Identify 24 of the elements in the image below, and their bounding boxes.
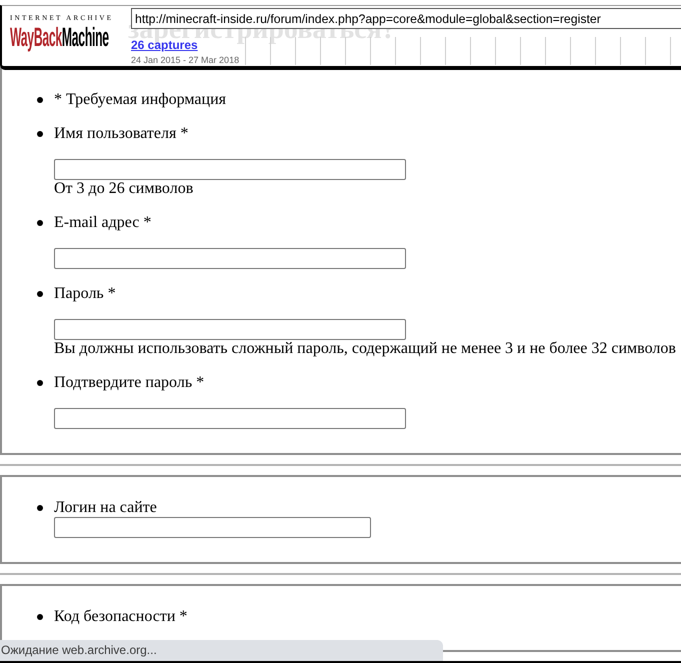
bullet-icon: [37, 380, 43, 386]
field-label: Пароль *: [54, 285, 116, 303]
logo-wordmark[interactable]: WayBackMachine: [10, 24, 109, 50]
input-field[interactable]: [54, 408, 406, 429]
bullet-icon: [37, 505, 43, 511]
status-bar: Ожидание web.archive.org...: [0, 640, 443, 661]
bullet-icon: [37, 220, 43, 226]
field-label: Логин на сайте: [54, 499, 157, 517]
field-label: Имя пользователя *: [54, 125, 188, 143]
field-label: Подтвердите пароль *: [54, 374, 204, 392]
help-text: Вы должны использовать сложный пароль, содержащий не менее 3 и не более 32 символов: [54, 340, 676, 358]
field-label: E-mail адрес *: [54, 214, 152, 232]
list-text: * Требуемая информация: [54, 91, 226, 109]
bullet-icon: [37, 291, 43, 297]
input-field[interactable]: [54, 159, 406, 180]
input-field[interactable]: [54, 248, 406, 269]
input-field[interactable]: [54, 517, 371, 538]
date-range: 24 Jan 2015 - 27 Mar 2018: [131, 55, 240, 66]
help-text: От 3 до 26 символов: [54, 180, 194, 198]
bullet-icon: [37, 131, 43, 137]
bullet-icon: [37, 614, 43, 620]
bullet-icon: [37, 97, 43, 103]
list-text: Код безопасности *: [54, 608, 188, 626]
input-field[interactable]: [54, 319, 406, 340]
